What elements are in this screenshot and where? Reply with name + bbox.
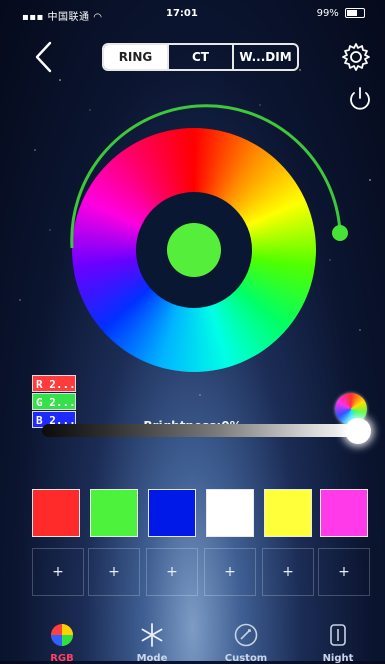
back-arrow-icon[interactable]: [32, 40, 54, 74]
signal-icon: ▪▪▪: [22, 12, 44, 23]
nav-item-rgb[interactable]: RGB: [22, 618, 102, 664]
tab-wdim[interactable]: W...DIM: [234, 45, 297, 69]
color-wheel-icon: [51, 624, 73, 646]
red-value[interactable]: R 2...: [32, 375, 76, 392]
brightness-slider-knob[interactable]: [345, 418, 371, 444]
wifi-icon: ◠: [93, 12, 103, 23]
preset-swatch-red[interactable]: [32, 489, 80, 537]
battery-icon: [345, 8, 365, 18]
add-color-button[interactable]: +: [204, 548, 256, 596]
color-wheel-area: [40, 90, 360, 380]
snowflake-icon: [141, 623, 163, 647]
add-color-button[interactable]: +: [146, 548, 198, 596]
brightness-slider[interactable]: [42, 424, 360, 437]
preset-colors: [32, 489, 370, 541]
add-color-button[interactable]: +: [318, 548, 370, 596]
hue-arc-indicator: [70, 104, 348, 249]
nav-item-custom[interactable]: Custom: [206, 618, 286, 664]
add-color-button[interactable]: +: [32, 548, 84, 596]
preset-swatch-magenta[interactable]: [320, 489, 368, 537]
status-bar: ▪▪▪ 中国联通 ◠ 17:01 99%: [0, 0, 385, 28]
preset-swatch-white[interactable]: [206, 489, 254, 537]
carrier-name: 中国联通: [47, 12, 90, 23]
gear-icon[interactable]: [341, 42, 371, 72]
battery-percent: 99%: [316, 8, 339, 19]
tab-ring[interactable]: RING: [104, 45, 169, 69]
nav-item-mode[interactable]: Mode: [112, 618, 192, 664]
preset-swatch-yellow[interactable]: [264, 489, 312, 537]
green-value[interactable]: G 2...: [32, 393, 76, 410]
custom-color-slots: + + + + + +: [32, 548, 370, 596]
night-icon: [330, 624, 346, 646]
hue-handle[interactable]: [332, 225, 348, 241]
mode-tab-bar: RING CT W...DIM: [102, 43, 299, 71]
status-time: 17:01: [166, 8, 198, 19]
add-color-button[interactable]: +: [88, 548, 140, 596]
preset-swatch-green[interactable]: [90, 489, 138, 537]
add-color-button[interactable]: +: [262, 548, 314, 596]
bottom-nav: RGB Mode Custom Night: [0, 618, 385, 664]
nav-item-night[interactable]: Night: [298, 618, 378, 664]
custom-icon: [234, 623, 258, 647]
preset-swatch-blue[interactable]: [148, 489, 196, 537]
tab-ct[interactable]: CT: [169, 45, 234, 69]
